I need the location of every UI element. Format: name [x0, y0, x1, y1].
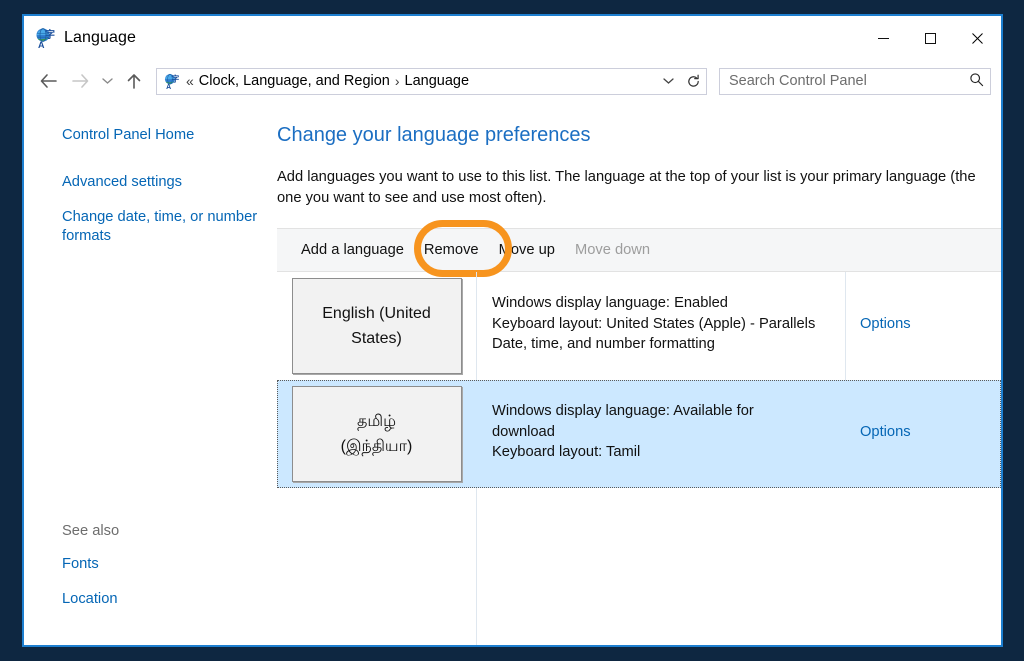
address-bar[interactable]: A 字 « Clock, Language, and Region › Lang…	[156, 67, 682, 95]
language-name-line1: English (United	[322, 305, 431, 322]
content-area: Control Panel Home Advanced settings Cha…	[24, 102, 1001, 645]
keyboard-layout-status: Keyboard layout: Tamil	[492, 444, 641, 460]
language-tile-wrapper: English (United States)	[277, 272, 476, 380]
sidebar-item-advanced-settings[interactable]: Advanced settings	[62, 173, 262, 192]
display-language-status: Windows display language: Available for	[492, 403, 754, 419]
svg-text:A: A	[166, 84, 171, 90]
move-up-button[interactable]: Move up	[489, 238, 565, 262]
refresh-button[interactable]	[681, 67, 707, 95]
sidebar: Control Panel Home Advanced settings Cha…	[24, 102, 277, 645]
forward-button	[64, 66, 96, 96]
title-bar: A 字 Language	[24, 14, 1001, 60]
language-globe-icon: A 字	[32, 25, 58, 51]
search-icon[interactable]	[969, 72, 984, 91]
sidebar-item-control-panel-home[interactable]: Control Panel Home	[62, 126, 262, 145]
display-language-status-cont: download	[492, 423, 555, 440]
window-controls	[860, 16, 1001, 60]
address-language-globe-icon: A 字	[161, 71, 181, 91]
language-toolbar: Add a language Remove Move up Move down	[277, 220, 1001, 277]
language-details-tamil: Windows display language: Available for …	[476, 380, 851, 488]
page-description: Add languages you want to use to this li…	[277, 169, 976, 206]
close-button[interactable]	[954, 16, 1001, 60]
language-options-cell-english: Options	[851, 272, 1001, 380]
language-tile-tamil[interactable]: தமிழ் (இந்தியா)	[291, 386, 462, 482]
maximize-button[interactable]	[907, 16, 954, 60]
language-name-line1: தமிழ்	[356, 413, 397, 430]
display-language-status: Windows display language: Enabled	[492, 295, 728, 311]
main-pane: Change your language preferences Add lan…	[277, 102, 1001, 645]
keyboard-layout-status: Keyboard layout: United States (Apple) -…	[492, 315, 816, 332]
chevron-down-icon[interactable]	[657, 69, 679, 94]
navigation-bar: A 字 « Clock, Language, and Region › Lang…	[24, 60, 1001, 102]
svg-text:A: A	[38, 40, 45, 49]
search-box[interactable]	[719, 67, 991, 95]
page-title: Change your language preferences	[277, 124, 591, 146]
see-also-heading: See also	[62, 523, 120, 539]
options-link-english[interactable]: Options	[860, 316, 911, 332]
window-title: Language	[64, 29, 136, 46]
breadcrumb-prefix: «	[186, 73, 194, 89]
add-a-language-button[interactable]: Add a language	[301, 238, 414, 262]
language-name-line2: States)	[351, 330, 402, 347]
language-list: English (United States) Windows display …	[277, 272, 1001, 645]
svg-text:字: 字	[171, 73, 179, 83]
language-tile-english[interactable]: English (United States)	[291, 278, 462, 374]
see-also-section: See also Fonts Location	[62, 523, 277, 645]
search-input[interactable]	[729, 73, 969, 89]
remove-button[interactable]: Remove	[414, 238, 489, 262]
language-row-english[interactable]: English (United States) Windows display …	[277, 272, 1001, 380]
language-details-english: Windows display language: Enabled Keyboa…	[476, 272, 851, 380]
move-down-button: Move down	[574, 242, 651, 258]
svg-text:字: 字	[45, 28, 55, 41]
language-row-tamil[interactable]: தமிழ் (இந்தியா) Windows display language…	[277, 380, 1001, 488]
up-button[interactable]	[118, 66, 150, 96]
breadcrumb-separator: ›	[394, 73, 400, 89]
language-tile-wrapper: தமிழ் (இந்தியா)	[277, 380, 476, 488]
sidebar-item-location[interactable]: Location	[62, 590, 262, 609]
minimize-button[interactable]	[860, 16, 907, 60]
back-button[interactable]	[32, 66, 64, 96]
language-options-cell-tamil: Options	[851, 380, 1001, 488]
breadcrumb-item-language[interactable]: Language	[405, 73, 470, 89]
sidebar-item-change-date-time-number-formats[interactable]: Change date, time, or number formats	[62, 208, 262, 246]
options-link-tamil[interactable]: Options	[860, 424, 911, 440]
date-time-format-status: Date, time, and number formatting	[492, 336, 715, 352]
sidebar-item-fonts[interactable]: Fonts	[62, 555, 262, 574]
recent-locations-button[interactable]	[96, 66, 118, 96]
language-control-panel-window: A 字 Language A 字 « Clock, Language, and …	[22, 14, 1003, 647]
breadcrumb-item-clock-language-region[interactable]: Clock, Language, and Region	[199, 73, 390, 89]
language-name-line2: (இந்தியா)	[340, 438, 413, 455]
